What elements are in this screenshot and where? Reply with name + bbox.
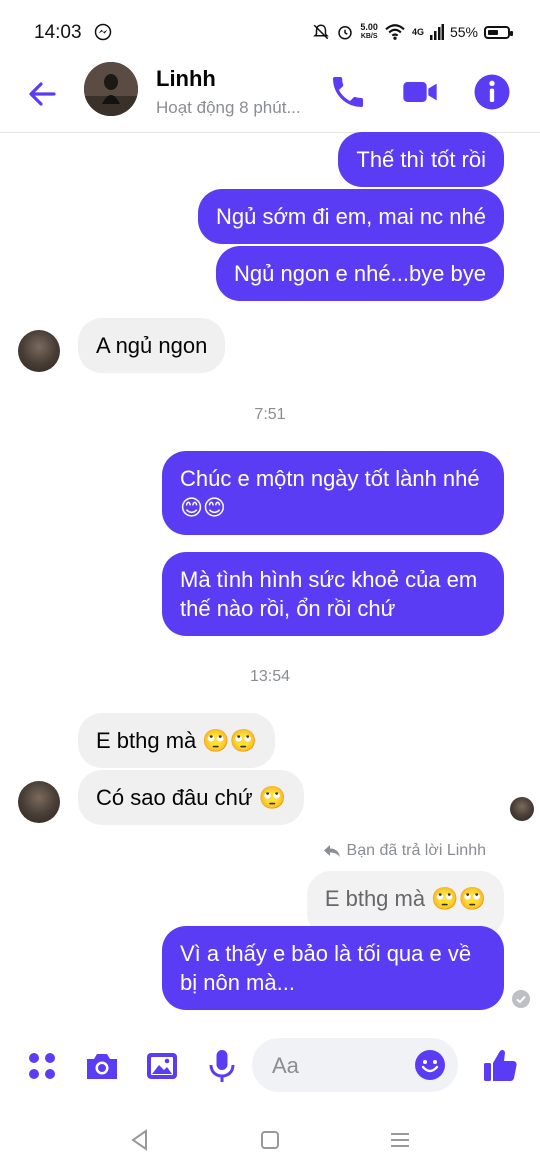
camera-icon[interactable] [82, 1046, 122, 1086]
status-time: 14:03 [34, 22, 82, 43]
outgoing-message[interactable]: Ngủ ngon e nhé...bye bye [216, 246, 504, 301]
messenger-notification-icon [94, 23, 112, 41]
like-thumbs-up-icon[interactable] [480, 1046, 520, 1086]
seen-avatar [510, 797, 534, 821]
reply-indicator-text: Bạn đã trả lời Linhh [346, 842, 486, 859]
video-call-icon[interactable] [400, 72, 440, 112]
microphone-icon[interactable] [202, 1046, 242, 1086]
back-arrow-icon[interactable] [24, 76, 60, 112]
outgoing-message[interactable]: Ngủ sớm đi em, mai nc nhé [198, 189, 504, 244]
outgoing-message[interactable]: Thế thì tốt rồi [338, 132, 504, 187]
timestamp: 13:54 [249, 668, 291, 685]
status-icons: 5.00 KB/S 4G 55% [312, 20, 513, 44]
contact-status: Hoạt động 8 phút... [156, 98, 301, 117]
check-icon [516, 995, 526, 1004]
reply-arrow-icon [323, 845, 340, 857]
nav-home-icon[interactable] [256, 1126, 284, 1154]
nav-recents-icon[interactable] [386, 1126, 414, 1154]
phone-call-icon[interactable] [328, 72, 368, 112]
contact-avatar-small[interactable] [18, 330, 60, 372]
network-type: 4G [411, 27, 424, 37]
network-speed: 5.00 KB/S [360, 22, 378, 41]
reply-indicator: Bạn đã trả lời Linhh [323, 842, 486, 860]
battery-percent: 55% [449, 24, 478, 40]
contact-name[interactable]: Linhh [156, 66, 216, 92]
mute-bell-icon [313, 24, 330, 40]
contact-avatar[interactable] [84, 62, 138, 116]
incoming-message[interactable]: A ngủ ngon [78, 318, 226, 373]
sent-status-icon [512, 990, 530, 1008]
wifi-icon [385, 24, 405, 40]
avatar-photo-icon [84, 62, 138, 116]
contact-avatar-small[interactable] [18, 781, 60, 823]
outgoing-message[interactable]: Mà tình hình sức khoẻ của em thế nào rồi… [162, 552, 504, 636]
info-icon[interactable] [472, 72, 512, 112]
gallery-icon[interactable] [142, 1046, 182, 1086]
status-bar: 14:03 5.00 KB/S 4G 55% [0, 0, 540, 62]
alarm-icon [338, 26, 353, 40]
chat-header: Linhh Hoạt động 8 phút... [0, 62, 540, 133]
system-nav-bar [0, 1110, 540, 1170]
emoji-icon[interactable] [414, 1049, 446, 1081]
battery-icon [484, 25, 513, 39]
timestamp: 7:51 [254, 406, 286, 423]
outgoing-message[interactable]: Vì a thấy e bảo là tối qua e về bị nôn m… [162, 926, 504, 1010]
nav-back-icon[interactable] [126, 1126, 154, 1154]
message-input-box[interactable] [252, 1038, 458, 1094]
signal-icon [429, 24, 444, 40]
message-input[interactable] [270, 1038, 414, 1094]
message-composer [0, 1030, 540, 1100]
more-actions-icon[interactable] [22, 1046, 62, 1086]
incoming-message[interactable]: Có sao đâu chứ 🙄 [78, 770, 305, 825]
outgoing-message[interactable]: Chúc e mộtn ngày tốt lành nhé 😊😊 [162, 451, 504, 535]
incoming-message[interactable]: E bthg mà 🙄🙄 [78, 713, 276, 768]
